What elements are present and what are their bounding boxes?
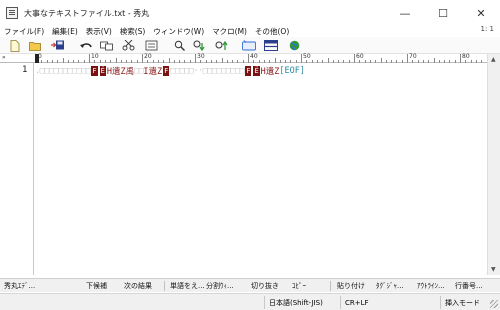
line-number: 1 <box>22 65 28 75</box>
ruler-tick <box>460 54 461 63</box>
menu-macro[interactable]: マクロ(M) <box>208 26 251 37</box>
search-down-icon[interactable] <box>193 39 207 52</box>
window-split-icon[interactable] <box>264 39 278 52</box>
ruler-label: 30 <box>197 53 205 60</box>
new-file-icon[interactable] <box>8 39 22 52</box>
menu-bar: ファイル(F) 編集(E) 表示(V) 検索(S) ウィンドウ(W) マクロ(M… <box>0 25 500 37</box>
menu-view[interactable]: 表示(V) <box>82 26 116 37</box>
title-bar: 大事なテキストファイル.txt - 秀丸 — ☐ ✕ <box>0 0 500 26</box>
whitespace-marks: .□□□□□□□□□□□ <box>35 65 91 76</box>
text-run: I遺Z <box>143 66 163 77</box>
ruler-tick <box>248 54 249 63</box>
function-key-5[interactable]: 分割ｳｨ... <box>206 281 234 291</box>
vertical-scrollbar[interactable]: ▲ ▼ <box>487 54 500 275</box>
ruler-tick <box>407 54 408 63</box>
ruler-label: 20 <box>144 53 152 60</box>
eof-marker: [EOF] <box>279 65 305 76</box>
ruler: » 0 10 20 30 40 50 60 70 80 <box>0 53 500 63</box>
menu-other[interactable]: その他(O) <box>251 26 293 37</box>
function-key-11[interactable]: 行番号... <box>455 281 483 291</box>
function-key-7[interactable]: ｺﾋﾟｰ <box>292 281 306 291</box>
whitespace-marks: □□□□□··□□□□□□□□□ <box>170 65 245 76</box>
status-bar: 日本語(Shift-JIS) CR+LF 挿入モード <box>0 293 500 310</box>
ruler-label: 60 <box>356 53 364 60</box>
text-line[interactable]: .□□□□□□□□□□□ F Ё H遺Z禹 □□ I遺Z F □□□□□··□□□□□□□□□… <box>35 65 305 77</box>
cut-icon[interactable] <box>99 39 113 52</box>
function-key-1[interactable]: 秀丸ｴﾃﾞ... <box>4 281 35 291</box>
whitespace-marks: □□ <box>134 65 144 76</box>
menu-window[interactable]: ウィンドウ(W) <box>149 26 208 37</box>
minimize-button[interactable]: — <box>386 0 424 26</box>
scroll-up-icon[interactable]: ▲ <box>491 56 496 63</box>
ruler-label: 80 <box>462 53 470 60</box>
menu-search[interactable]: 検索(S) <box>116 26 150 37</box>
function-key-separator <box>164 281 165 291</box>
toolbar <box>0 37 500 54</box>
web-icon[interactable] <box>287 39 301 52</box>
window-title: 大事なテキストファイル.txt - 秀丸 <box>24 8 150 18</box>
ruler-tick <box>89 54 90 63</box>
grep-icon[interactable] <box>242 39 256 52</box>
ruler-scroll-left-icon[interactable]: » <box>2 54 6 61</box>
paste-icon[interactable] <box>144 39 158 52</box>
function-key-10[interactable]: ｱｳﾄﾗｲﾝ... <box>417 281 445 291</box>
gutter-divider <box>33 63 34 275</box>
ruler-tick <box>142 54 143 63</box>
resize-grip[interactable] <box>490 300 498 308</box>
text-run: H遺Z <box>260 66 280 77</box>
maximize-button[interactable]: ☐ <box>424 0 462 26</box>
menu-file[interactable]: ファイル(F) <box>0 26 48 37</box>
app-icon[interactable] <box>6 7 18 19</box>
control-char: F <box>163 65 170 76</box>
ruler-cursor-marker <box>35 54 39 63</box>
cursor-position: 1: 1 <box>480 25 495 33</box>
ruler-tick <box>195 54 196 63</box>
text-editor[interactable]: 1 .□□□□□□□□□□□ F Ё H遺Z禹 □□ I遺Z F □□□□□··□□□□□□□… <box>0 63 487 275</box>
ruler-label: 40 <box>250 53 258 60</box>
text-run: H遺Z禹 <box>106 66 135 77</box>
ruler-tick <box>354 54 355 63</box>
control-char: F <box>91 65 98 76</box>
control-char: Ё <box>253 65 260 76</box>
open-folder-icon[interactable] <box>28 39 42 52</box>
ruler-label: 10 <box>91 53 99 60</box>
function-key-6[interactable]: 切り抜き <box>251 281 279 291</box>
function-key-separator <box>330 281 331 291</box>
ruler-scale: 0 10 20 30 40 50 60 70 80 <box>35 53 485 63</box>
copy-icon[interactable] <box>121 39 135 52</box>
close-button[interactable]: ✕ <box>462 0 500 26</box>
function-key-4[interactable]: 単語をえ... <box>170 281 205 291</box>
ruler-label: 70 <box>409 53 417 60</box>
function-key-8[interactable]: 貼り付け <box>337 281 365 291</box>
status-newline[interactable]: CR+LF <box>340 296 394 309</box>
undo-icon[interactable] <box>78 39 92 52</box>
search-up-icon[interactable] <box>215 39 229 52</box>
function-key-bar: 秀丸ｴﾃﾞ... 下候補 次の結果 単語をえ... 分割ｳｨ... 切り抜き ｺﾋﾟｰ 貼り付… <box>0 278 500 292</box>
control-char: Ё <box>99 65 106 76</box>
scroll-down-icon[interactable]: ▼ <box>491 266 496 273</box>
function-key-3[interactable]: 次の結果 <box>124 281 152 291</box>
save-icon[interactable] <box>51 39 65 52</box>
function-key-9[interactable]: ﾀｸﾞｼﾞｬ... <box>376 281 404 291</box>
control-char: F <box>245 65 252 76</box>
menu-edit[interactable]: 編集(E) <box>48 26 82 37</box>
function-key-2[interactable]: 下候補 <box>86 281 107 291</box>
status-encoding[interactable]: 日本語(Shift-JIS) <box>264 296 340 309</box>
ruler-label: 50 <box>303 53 311 60</box>
ruler-tick <box>301 54 302 63</box>
status-input-mode[interactable]: 挿入モード <box>440 296 490 309</box>
search-icon[interactable] <box>172 39 186 52</box>
